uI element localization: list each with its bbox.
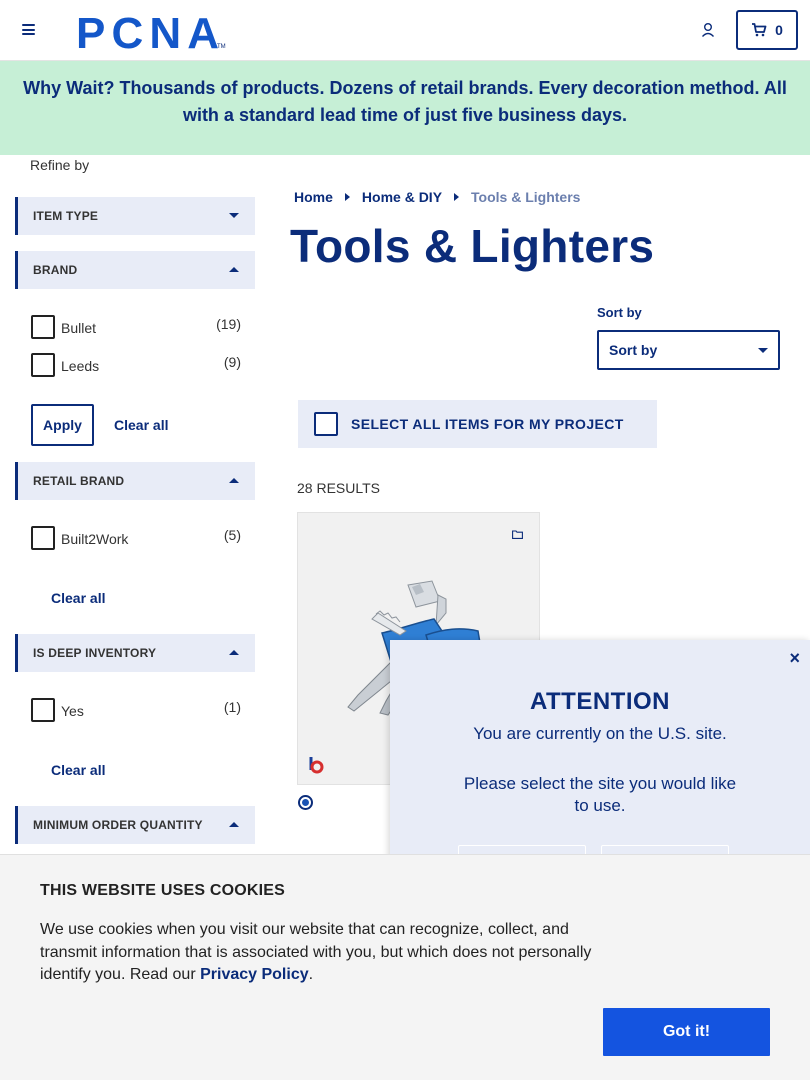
site-header: PCNA TM 0 [0, 0, 810, 61]
filter-option-yes[interactable]: Yes (1) [31, 698, 243, 722]
cookie-text-end: . [308, 966, 314, 983]
checkbox[interactable] [31, 526, 55, 550]
breadcrumb-home[interactable]: Home [294, 189, 333, 205]
apply-button[interactable]: Apply [31, 404, 94, 446]
brand-logo-icon [309, 757, 324, 774]
clear-all-brand-link[interactable]: Clear all [114, 417, 168, 433]
facet-label: BRAND [33, 263, 78, 277]
breadcrumb-current: Tools & Lighters [471, 189, 581, 205]
chevron-up-icon [229, 650, 239, 655]
facet-label: ITEM TYPE [33, 209, 99, 223]
filter-option-bullet[interactable]: Bullet (19) [31, 315, 243, 339]
chevron-up-icon [229, 478, 239, 483]
cookie-text-body: We use cookies when you visit our websit… [40, 921, 592, 983]
results-count: 28 RESULTS [297, 480, 380, 496]
select-all-items[interactable]: SELECT ALL ITEMS FOR MY PROJECT [298, 400, 657, 448]
facet-item-type[interactable]: ITEM TYPE [15, 197, 255, 235]
option-count: (19) [216, 316, 241, 332]
cart-count: 0 [775, 22, 783, 38]
accept-cookies-button[interactable]: Got it! [603, 1008, 770, 1056]
breadcrumb-home-diy[interactable]: Home & DIY [362, 189, 442, 205]
filter-option-built2work[interactable]: Built2Work (5) [31, 526, 243, 550]
option-count: (9) [223, 354, 241, 370]
checkbox[interactable] [31, 698, 55, 722]
modal-message: You are currently on the U.S. site. [473, 724, 727, 743]
option-label: Yes [61, 703, 84, 719]
sort-label: Sort by [597, 305, 642, 320]
option-count: (5) [223, 527, 241, 543]
cart-button[interactable]: 0 [736, 10, 798, 50]
modal-instruction: Please select the site you would like to… [463, 774, 737, 815]
facet-retail-brand[interactable]: RETAIL BRAND [15, 462, 255, 500]
facet-label: IS DEEP INVENTORY [33, 646, 157, 660]
select-all-label: SELECT ALL ITEMS FOR MY PROJECT [351, 416, 624, 432]
folder-icon[interactable] [512, 530, 523, 539]
chevron-up-icon [229, 267, 239, 272]
checkbox[interactable] [31, 315, 55, 339]
breadcrumb-arrow-icon [454, 193, 460, 201]
facet-brand[interactable]: BRAND [15, 251, 255, 289]
menu-icon[interactable] [22, 24, 35, 35]
chevron-down-icon [758, 348, 768, 353]
facet-label: MINIMUM ORDER QUANTITY [33, 818, 203, 832]
refine-by-label: Refine by [30, 157, 90, 173]
chevron-up-icon [229, 822, 239, 827]
option-count: (1) [223, 699, 241, 715]
cookie-banner: THIS WEBSITE USES COOKIES We use cookies… [0, 854, 810, 1080]
facet-deep-inventory[interactable]: IS DEEP INVENTORY [15, 634, 255, 672]
breadcrumb-arrow-icon [344, 193, 350, 201]
page-title: Tools & Lighters [290, 220, 655, 272]
page: PCNA TM 0 Why Wait? Thousands of product… [0, 0, 810, 1080]
clear-all-deep-inventory-link[interactable]: Clear all [51, 762, 105, 778]
checkbox[interactable] [31, 353, 55, 377]
svg-text:TM: TM [217, 44, 226, 50]
close-icon[interactable]: × [789, 648, 800, 669]
option-label: Built2Work [61, 531, 129, 547]
facet-minimum-order-quantity[interactable]: MINIMUM ORDER QUANTITY [15, 806, 255, 844]
sort-select[interactable]: Sort by [597, 330, 780, 370]
privacy-policy-link[interactable]: Privacy Policy [200, 966, 309, 983]
modal-heading: ATTENTION [529, 688, 671, 715]
sort-value: Sort by [609, 342, 658, 358]
select-all-checkbox[interactable] [314, 412, 338, 436]
filter-option-leeds[interactable]: Leeds (9) [31, 353, 243, 377]
option-label: Bullet [61, 320, 97, 336]
option-label: Leeds [61, 358, 100, 374]
logo-text: PCNA [76, 10, 218, 50]
color-swatch[interactable] [298, 795, 313, 810]
cookie-text: We use cookies when you visit our websit… [40, 919, 610, 987]
breadcrumb: Home Home & DIY Tools & Lighters [294, 189, 580, 205]
cookie-heading: THIS WEBSITE USES COOKIES [40, 882, 286, 899]
pcna-logo[interactable]: PCNA TM [76, 9, 226, 58]
facet-label: RETAIL BRAND [33, 474, 125, 488]
clear-all-retail-brand-link[interactable]: Clear all [51, 590, 105, 606]
chevron-down-icon [229, 213, 239, 218]
account-icon[interactable] [700, 22, 716, 38]
promo-banner: Why Wait? Thousands of products. Dozens … [0, 61, 810, 155]
cart-icon [752, 23, 767, 37]
